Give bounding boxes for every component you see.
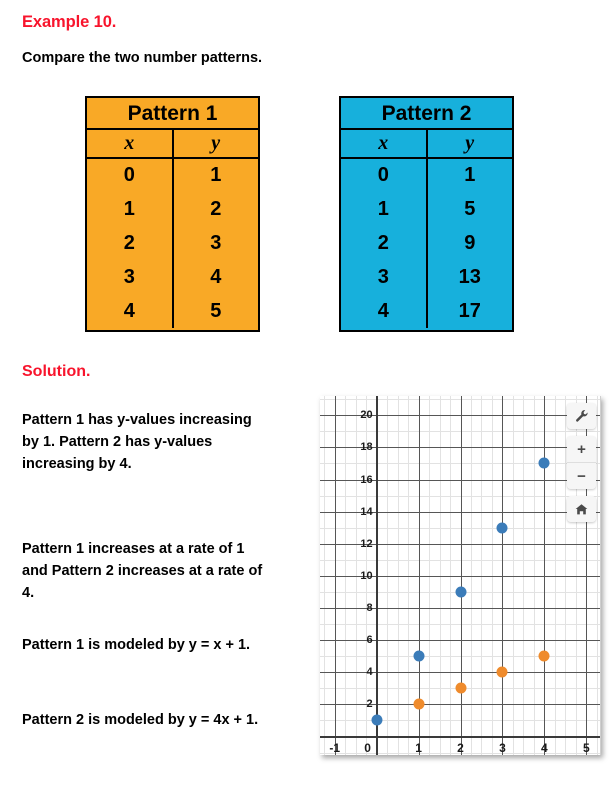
toolbar-group-settings[interactable] [567,403,596,429]
x-axis-tick-label: 0 [364,740,371,755]
data-point[interactable] [538,457,550,469]
pattern-2-header-x: x [341,130,428,157]
table-cell: 3 [210,231,222,254]
pattern-1-table-title: Pattern 1 [87,98,258,130]
table-cell: 4 [210,265,222,288]
solution-paragraph: Pattern 1 is modeled by y = x + 1. [22,637,251,653]
data-point[interactable] [371,714,383,726]
pattern-1-column-x: 0 1 2 3 4 [87,159,174,328]
settings-wrench-button[interactable] [567,403,596,429]
data-point[interactable] [413,698,425,710]
scatter-plot-graph[interactable]: 2 4 6 8 10 12 14 16 18 20 -1 0 1 2 3 4 5 + − [320,396,601,755]
pattern-2-column-x: 0 1 2 3 4 [341,159,428,328]
pattern-1-body: 0 1 2 3 4 1 2 3 4 5 [87,159,258,328]
table-cell: 0 [377,164,389,187]
solution-paragraph: Pattern 1 increases at a rate of 1 and P… [22,541,263,601]
x-axis-line [320,735,600,738]
y-axis-tick-label: 4 [366,666,373,679]
table-cell: 5 [464,198,476,221]
y-axis-tick-label: 2 [366,698,373,711]
graph-toolbar[interactable]: + − [567,403,596,529]
table-cell: 3 [377,265,389,288]
table-cell: 17 [458,299,481,322]
pattern-2-table: Pattern 2 x y 0 1 2 3 4 1 5 9 13 17 [339,96,514,332]
table-cell: 2 [123,231,135,254]
pattern-2-column-y: 1 5 9 13 17 [428,159,513,328]
pattern-1-header-x: x [87,130,174,157]
pattern-1-column-y: 1 2 3 4 5 [174,159,259,328]
table-cell: 0 [123,164,135,187]
solution-paragraph: Pattern 2 is modeled by y = 4x + 1. [22,712,259,728]
pattern-2-header-row: x y [341,130,512,159]
pattern-1-table: Pattern 1 x y 0 1 2 3 4 1 2 3 4 5 [85,96,260,332]
pattern-1-header-row: x y [87,130,258,159]
table-cell: 2 [210,198,222,221]
x-axis-tick-label: 4 [541,740,548,755]
y-axis-tick-label: 10 [360,569,373,582]
y-axis-tick-label: 8 [366,602,373,615]
table-cell: 1 [377,198,389,221]
zoom-in-button[interactable]: + [567,436,596,462]
toolbar-group-home[interactable] [567,496,596,522]
y-axis-tick-label: 18 [360,441,373,454]
table-cell: 4 [377,299,389,322]
data-point[interactable] [496,522,508,534]
wrench-icon [575,409,589,423]
table-cell: 1 [123,198,135,221]
data-point[interactable] [455,682,466,694]
solution-paragraph: Pattern 1 has y-values increasing by 1. … [22,412,252,472]
pattern-2-body: 0 1 2 3 4 1 5 9 13 17 [341,159,512,328]
table-cell: 4 [123,299,135,322]
table-cell: 1 [210,164,222,187]
table-cell: 13 [458,265,481,288]
data-point[interactable] [538,650,550,662]
graph-plot-area[interactable]: 2 4 6 8 10 12 14 16 18 20 -1 0 1 2 3 4 5 [320,396,600,755]
x-axis-tick-label: 2 [457,740,464,755]
x-axis-tick-label: 3 [499,740,506,755]
table-cell: 9 [464,231,476,254]
x-axis-tick-label: 1 [415,740,422,755]
y-axis-line [375,396,378,755]
prompt-text: Compare the two number patterns. [22,50,263,66]
data-point[interactable] [496,666,508,678]
x-axis-tick-label: -1 [329,740,341,755]
pattern-1-header-y: y [211,132,221,154]
home-icon [575,503,588,516]
table-cell: 1 [464,164,476,187]
y-axis-tick-label: 12 [360,537,373,550]
data-point[interactable] [455,586,466,598]
table-cell: 3 [123,265,135,288]
x-axis-tick-label: 5 [582,740,590,755]
y-axis-tick-label: 14 [360,505,373,518]
solution-heading: Solution. [22,363,91,380]
y-axis-tick-label: 6 [366,634,373,647]
table-cell: 5 [210,299,222,322]
pattern-2-header-y: y [465,132,475,154]
y-axis-tick-label: 16 [360,473,373,486]
home-button[interactable] [567,496,596,522]
data-point[interactable] [413,650,425,662]
zoom-out-button[interactable]: − [567,462,596,489]
table-cell: 2 [377,231,389,254]
y-axis-tick-label: 20 [360,409,373,422]
toolbar-group-zoom[interactable]: + − [567,436,596,489]
pattern-2-table-title: Pattern 2 [341,98,512,130]
page-title: Example 10. [22,13,117,31]
